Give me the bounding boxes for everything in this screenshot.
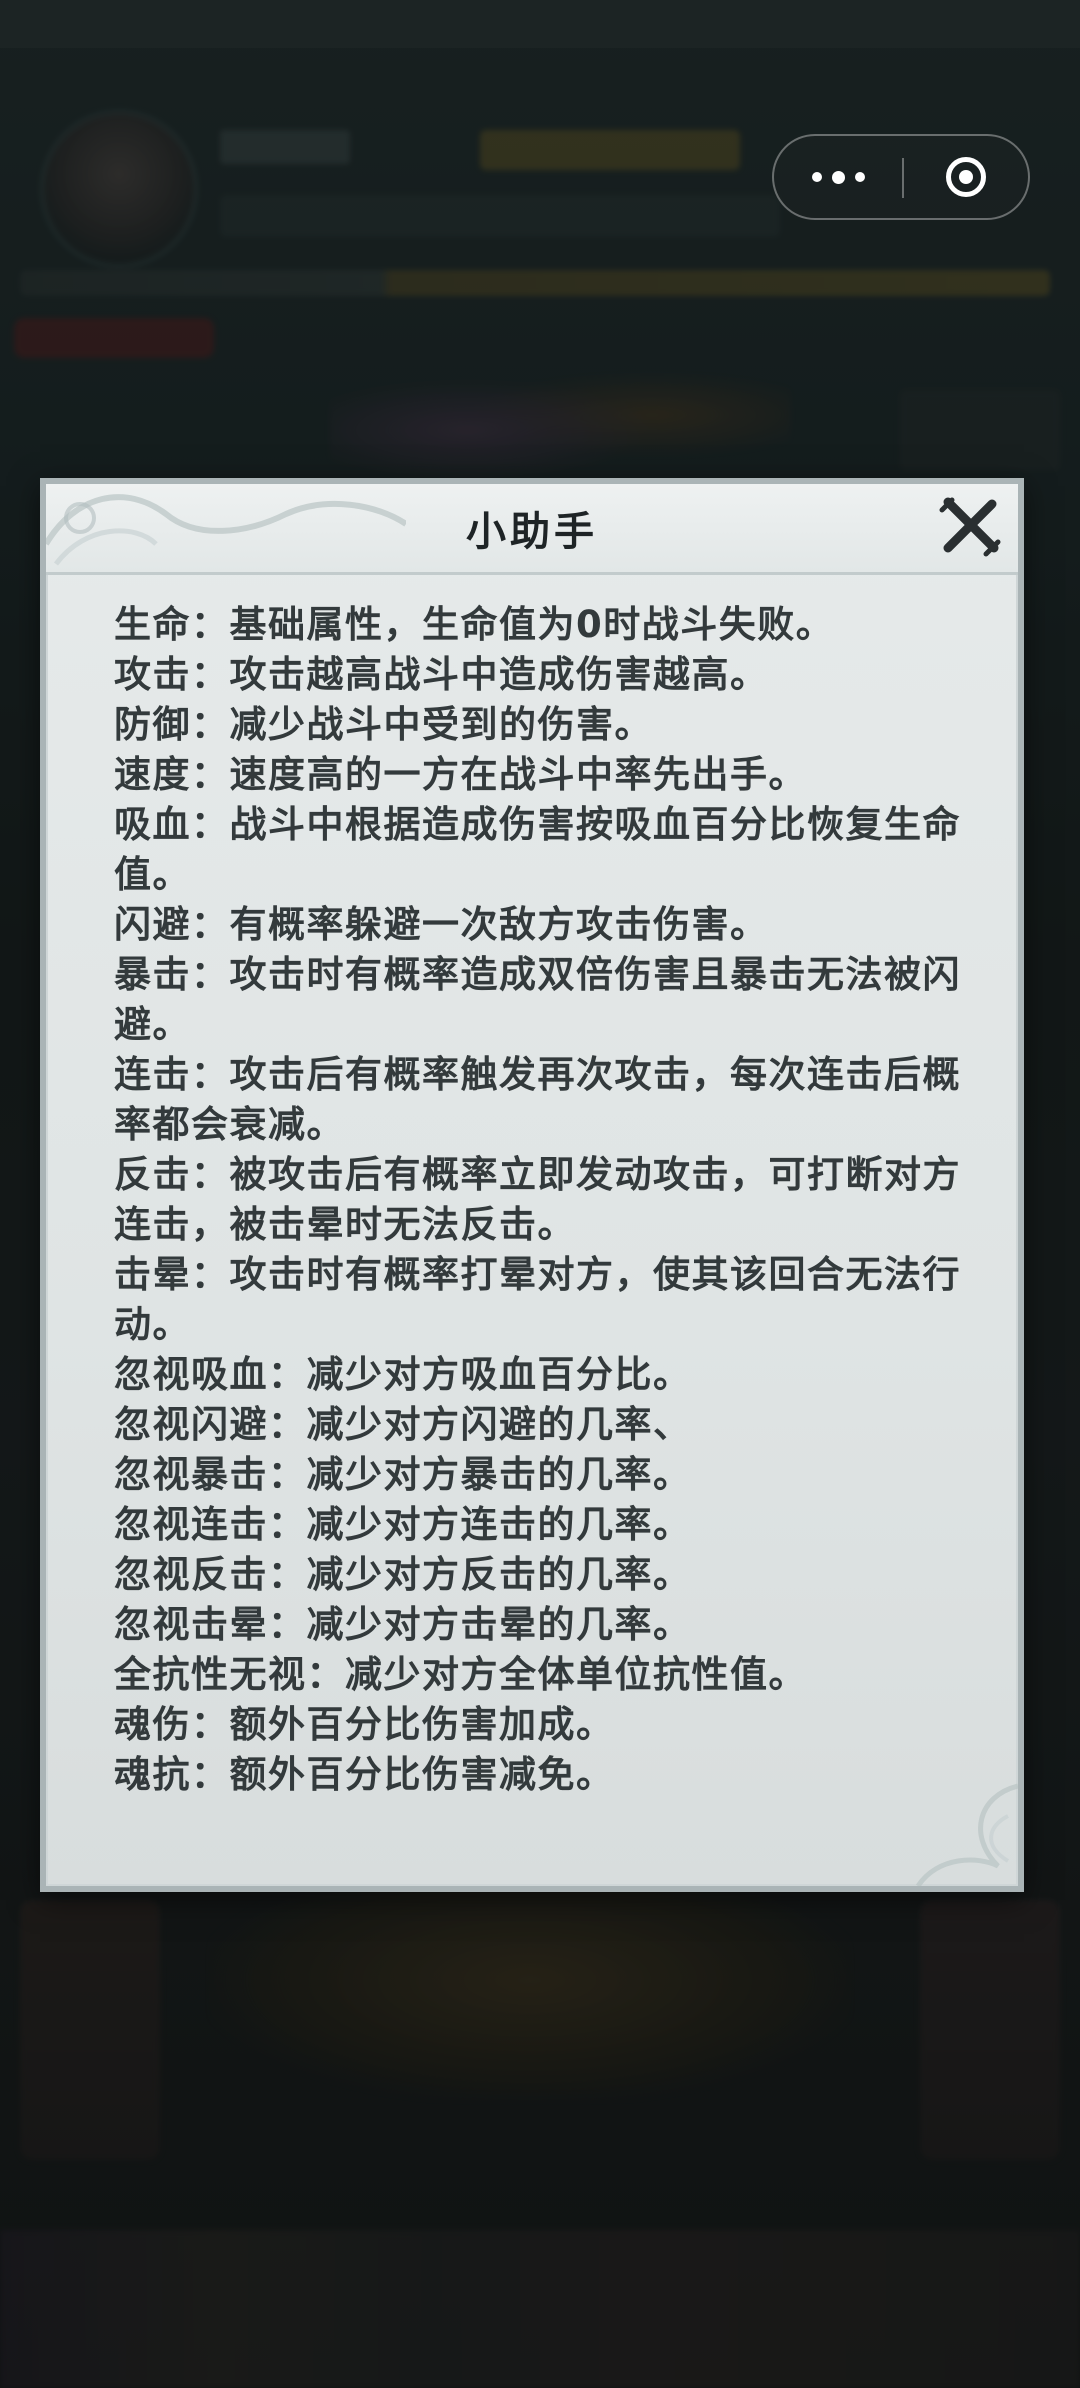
corner-ornament-icon — [915, 1783, 1018, 1886]
attribute-description-line: 吸血：战斗中根据造成伤害按吸血百分比恢复生命值。 — [114, 803, 961, 896]
target-close-icon — [946, 157, 986, 197]
attribute-description-line: 忽视反击：减少对方反击的几率。 — [114, 1553, 692, 1596]
attribute-description-line: 暴击：攻击时有概率造成双倍伤害且暴击无法被闪避。 — [114, 953, 961, 1046]
dialog-close-button[interactable] — [932, 488, 1008, 564]
close-icon — [939, 497, 1001, 557]
attribute-description-line: 闪避：有概率躲避一次敌方攻击伤害。 — [114, 903, 769, 946]
more-dot-right — [854, 172, 865, 182]
attribute-description-line: 反击：被攻击后有概率立即发动攻击，可打断对方连击，被击晕时无法反击。 — [114, 1153, 961, 1246]
mini-program-capsule — [772, 134, 1030, 220]
dialog-title: 小助手 — [466, 509, 598, 555]
attribute-description-line: 生命：基础属性，生命值为0时战斗失败。 — [114, 603, 835, 646]
more-dot-center — [831, 170, 845, 184]
attribute-description-line: 魂伤：额外百分比伤害加成。 — [114, 1703, 615, 1746]
attribute-description-line: 忽视吸血：减少对方吸血百分比。 — [114, 1353, 692, 1396]
attribute-description-line: 忽视连击：减少对方连击的几率。 — [114, 1503, 692, 1546]
attribute-description-line: 连击：攻击后有概率触发再次攻击，每次连击后概率都会衰减。 — [114, 1053, 961, 1146]
helper-dialog: 小助手 生命：基础属性，生命值为0时战斗失败。 攻击：攻击越高战斗中造成伤害越高。… — [40, 478, 1024, 1892]
target-core — [959, 170, 973, 184]
attribute-description-line: 攻击：攻击越高战斗中造成伤害越高。 — [114, 653, 769, 696]
dialog-body: 生命：基础属性，生命值为0时战斗失败。 攻击：攻击越高战斗中造成伤害越高。 防御：减… — [114, 600, 974, 1800]
capsule-close-button[interactable] — [904, 136, 1028, 218]
dialog-header: 小助手 — [46, 484, 1018, 575]
attribute-description-line: 速度：速度高的一方在战斗中率先出手。 — [114, 753, 807, 796]
attribute-description-line: 全抗性无视：减少对方全体单位抗性值。 — [114, 1653, 807, 1696]
attribute-description-line: 忽视闪避：减少对方闪避的几率、 — [114, 1403, 692, 1446]
attribute-description-line: 忽视暴击：减少对方暴击的几率。 — [114, 1453, 692, 1496]
attribute-description-line: 魂抗：额外百分比伤害减免。 — [114, 1753, 615, 1796]
attribute-description-line: 忽视击晕：减少对方击晕的几率。 — [114, 1603, 692, 1646]
game-screen: 小助手 生命：基础属性，生命值为0时战斗失败。 攻击：攻击越高战斗中造成伤害越高。… — [0, 0, 1080, 2388]
attribute-description-line: 击晕：攻击时有概率打晕对方，使其该回合无法行动。 — [114, 1253, 961, 1346]
more-dots-icon — [811, 172, 822, 182]
attribute-description-line: 防御：减少战斗中受到的伤害。 — [114, 703, 653, 746]
more-button[interactable] — [774, 136, 902, 218]
